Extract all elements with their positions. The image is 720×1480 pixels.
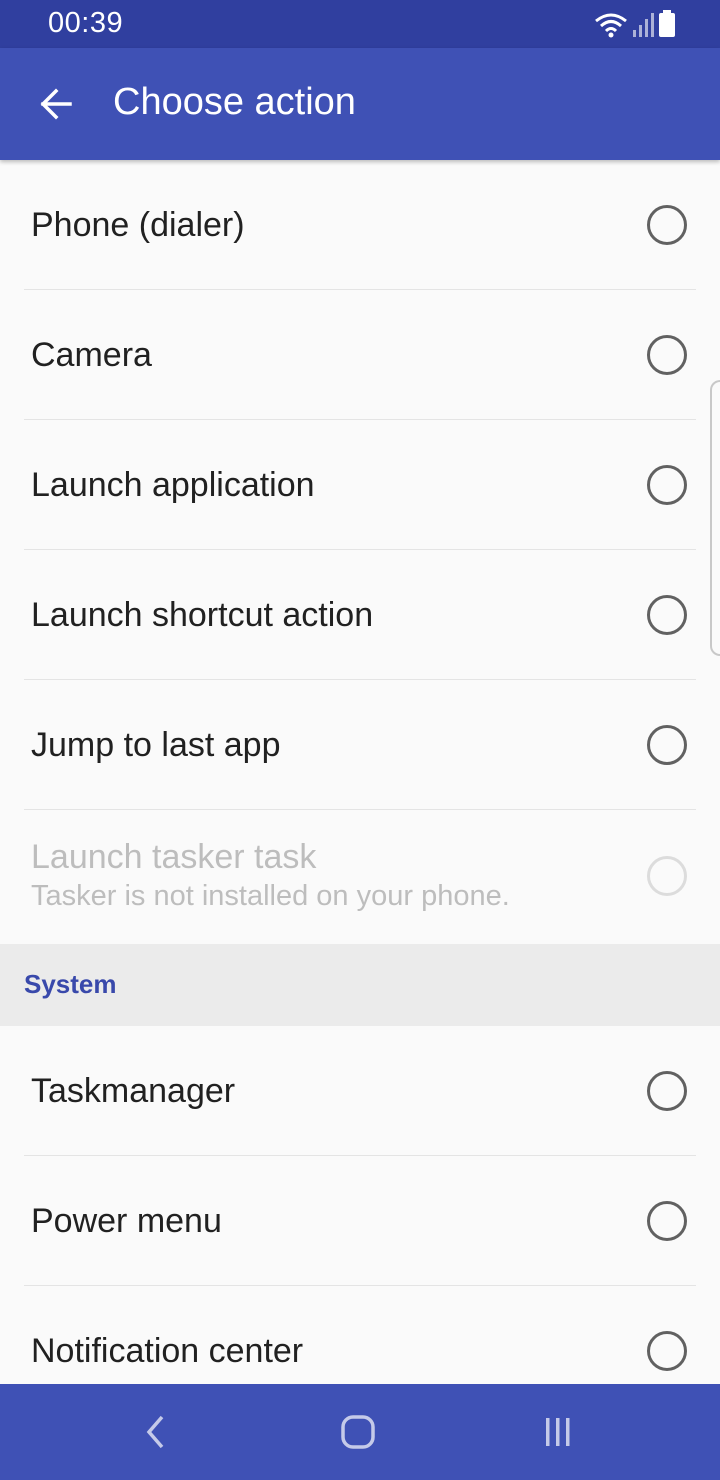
list-item-launch-application[interactable]: Launch application [0, 420, 720, 550]
recents-icon [546, 1418, 570, 1446]
list-item-label: Jump to last app [31, 725, 281, 764]
radio-button[interactable] [647, 1201, 687, 1241]
back-icon [146, 1415, 164, 1449]
app-bar: Choose action [0, 48, 720, 160]
status-bar: 00:39 [0, 0, 720, 48]
list-item-taskmanager[interactable]: Taskmanager [0, 1026, 720, 1156]
radio-button[interactable] [647, 595, 687, 635]
radio-button[interactable] [647, 1071, 687, 1111]
list-item-camera[interactable]: Camera [0, 290, 720, 420]
list-item-label: Taskmanager [31, 1071, 236, 1110]
wifi-icon [595, 13, 627, 38]
list-item-jump-to-last-app[interactable]: Jump to last app [0, 680, 720, 810]
list-item-label: Power menu [31, 1201, 222, 1240]
action-list: Phone (dialer) Camera Launch application… [0, 160, 720, 1416]
scrollbar[interactable] [710, 380, 720, 656]
nav-recents-button[interactable] [538, 1412, 578, 1452]
status-icons [594, 10, 676, 38]
page-title: Choose action [113, 81, 356, 123]
section-header-system: System [0, 944, 720, 1026]
list-item-power-menu[interactable]: Power menu [0, 1156, 720, 1286]
list-item-label: Launch application [31, 465, 315, 504]
radio-button[interactable] [647, 725, 687, 765]
status-time: 00:39 [48, 7, 124, 39]
list-item-label: Launch shortcut action [31, 595, 374, 634]
battery-icon [659, 10, 675, 37]
list-item-label: Camera [31, 335, 152, 374]
radio-button[interactable] [647, 465, 687, 505]
list-item-subtitle: Tasker is not installed on your phone. [31, 880, 510, 912]
list-item-label: Phone (dialer) [31, 205, 245, 244]
section-label: System [24, 969, 117, 999]
list-item-launch-tasker-task: Launch tasker task Tasker is not install… [0, 810, 720, 944]
home-icon [341, 1415, 375, 1449]
list-item-label: Notification center [31, 1331, 304, 1370]
nav-back-button[interactable] [136, 1412, 176, 1452]
navigation-bar [0, 1384, 720, 1480]
list-item-label: Launch tasker task [31, 838, 317, 876]
list-item-launch-shortcut-action[interactable]: Launch shortcut action [0, 550, 720, 680]
radio-button[interactable] [647, 205, 687, 245]
radio-button[interactable] [647, 335, 687, 375]
radio-button[interactable] [647, 1331, 687, 1371]
nav-home-button[interactable] [338, 1412, 378, 1452]
back-button[interactable] [24, 70, 88, 138]
list-item-phone-dialer[interactable]: Phone (dialer) [0, 160, 720, 290]
radio-button-disabled [647, 856, 687, 896]
arrow-left-icon [40, 88, 72, 120]
signal-icon [633, 13, 654, 37]
